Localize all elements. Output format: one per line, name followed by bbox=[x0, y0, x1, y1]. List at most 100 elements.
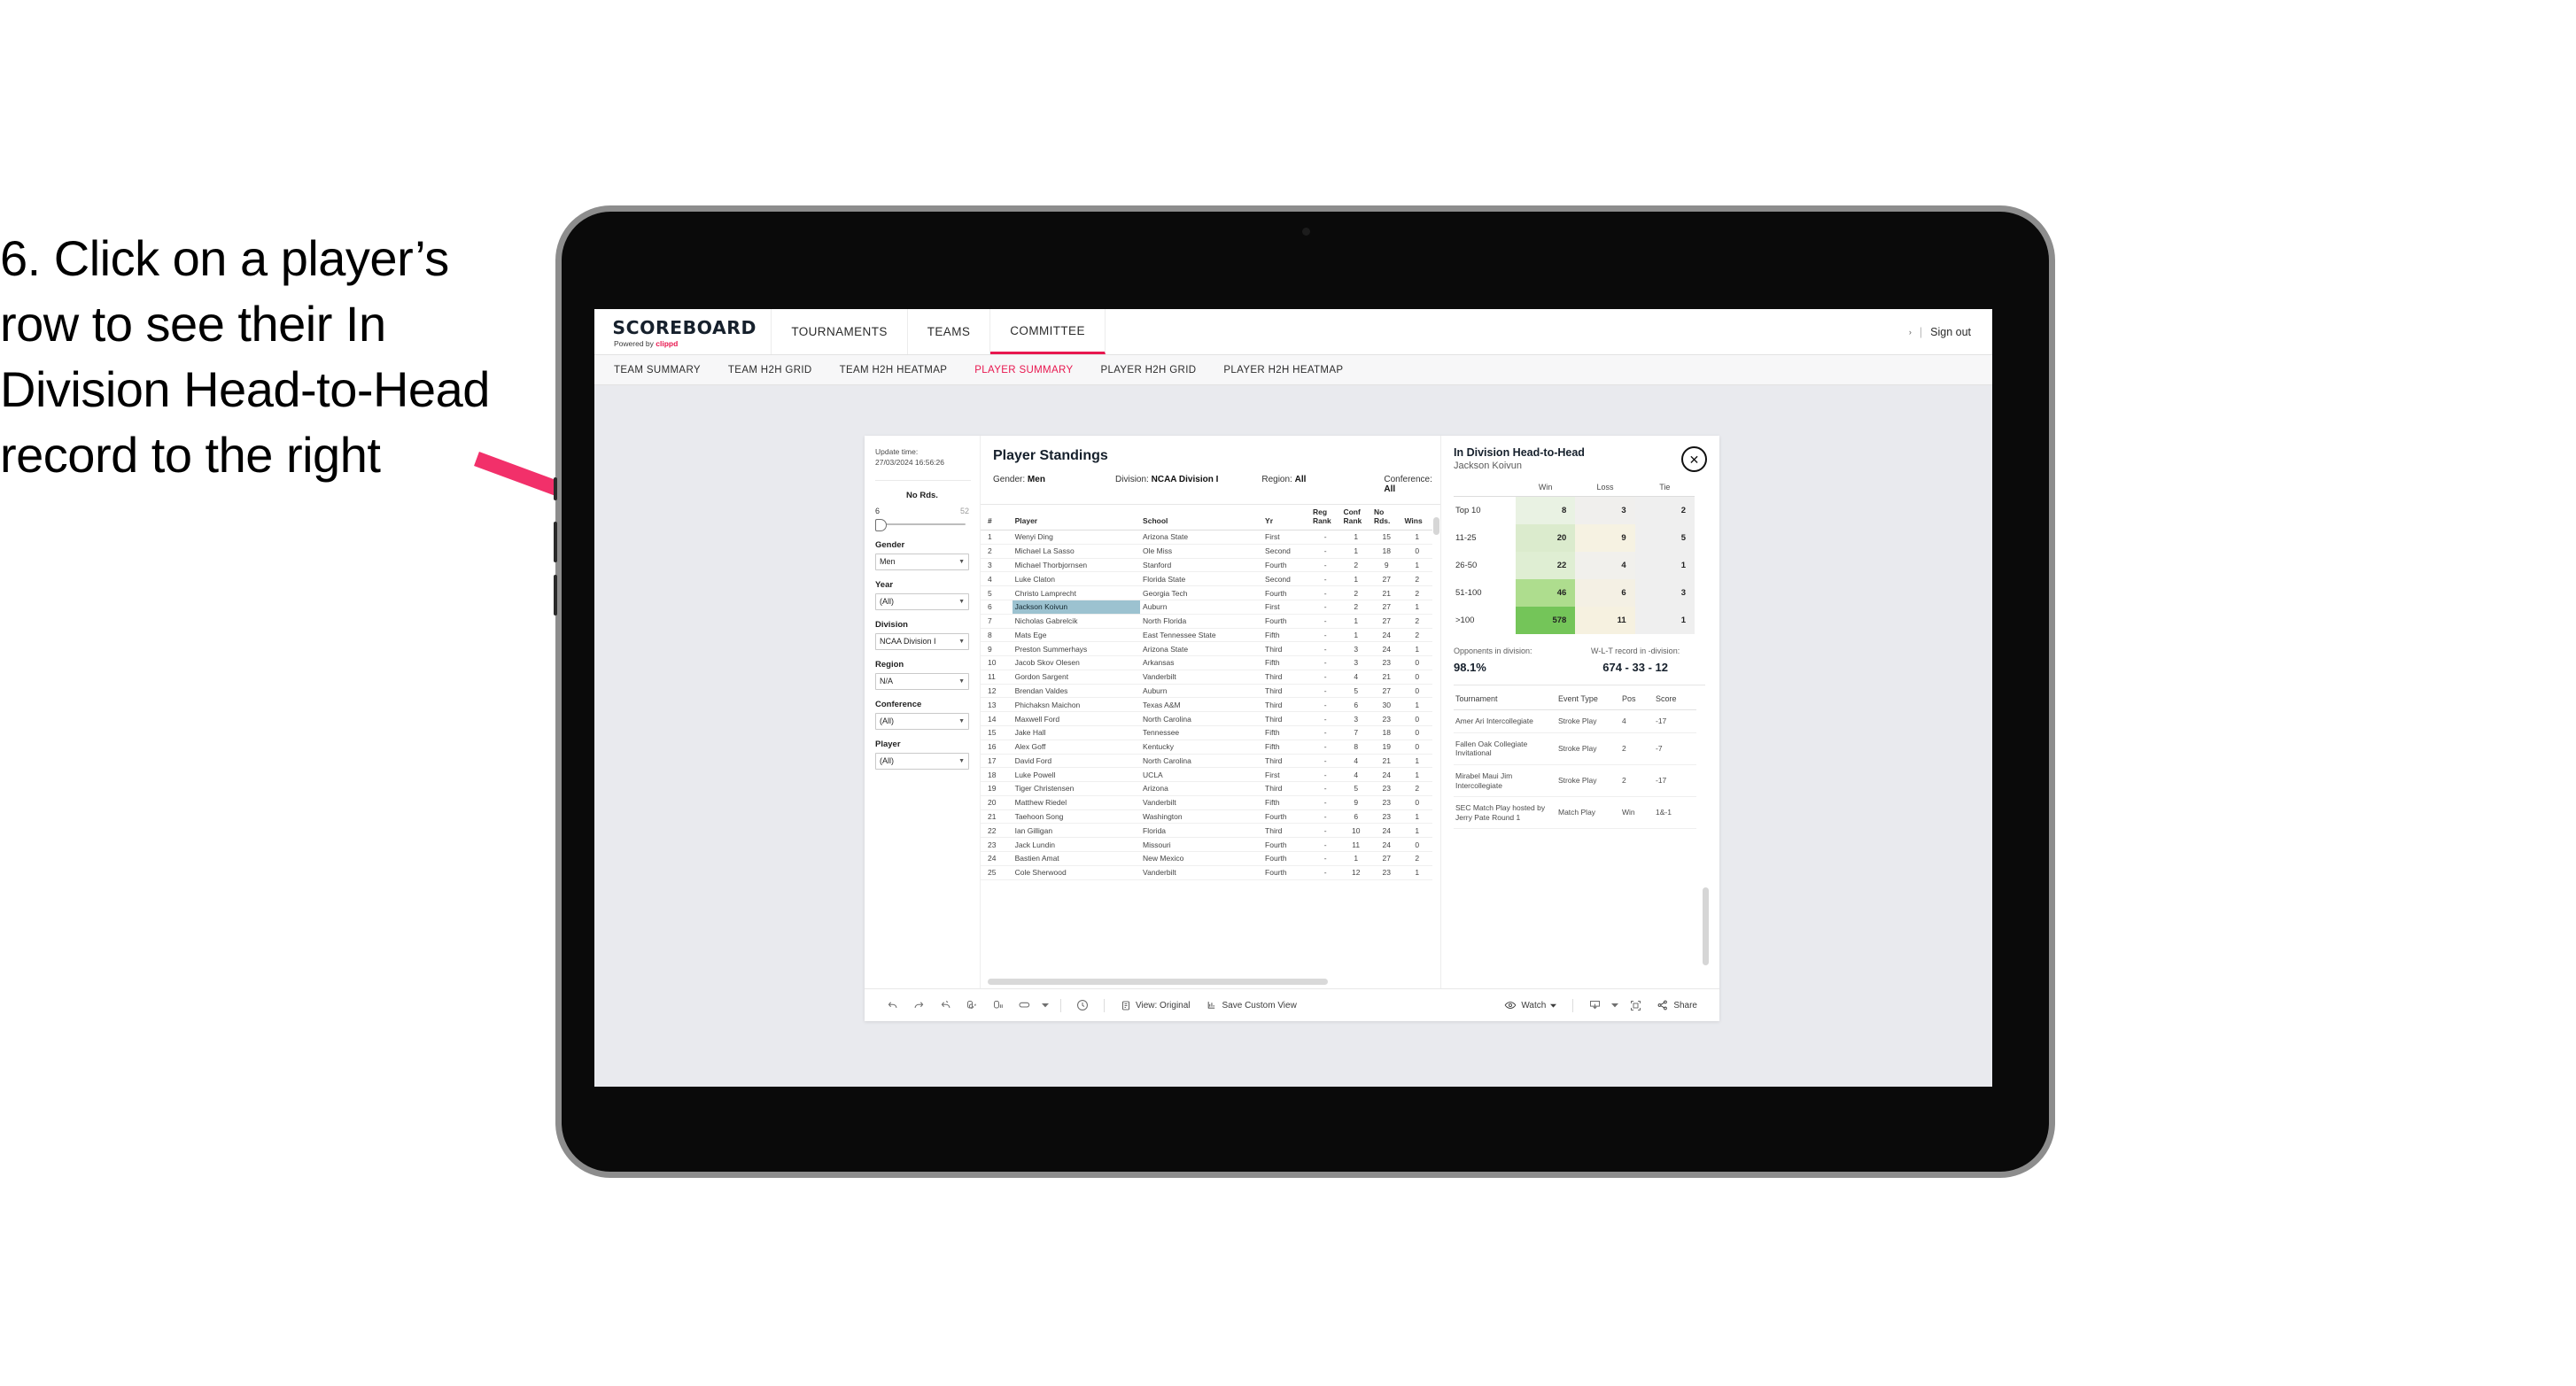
filter-no-rounds: No Rds. bbox=[865, 481, 980, 500]
subtab-player-summary[interactable]: PLAYER SUMMARY bbox=[974, 365, 1073, 376]
table-row[interactable]: 17 David Ford North Carolina Third -4 21 1 bbox=[981, 754, 1432, 769]
cell-school: Arkansas bbox=[1140, 655, 1263, 670]
fullscreen-icon[interactable] bbox=[1622, 994, 1649, 1017]
table-row[interactable]: 8 Mats Ege East Tennessee State Fifth -1 24 2 bbox=[981, 628, 1432, 643]
cell-wins: 1 bbox=[1401, 767, 1432, 783]
undo-icon[interactable] bbox=[879, 994, 905, 1017]
table-row[interactable]: 22 Ian Gilligan Florida Third -10 24 1 bbox=[981, 823, 1432, 839]
col-conf-rank[interactable]: Conf Rank bbox=[1340, 505, 1371, 531]
subtab-player-h2h-heatmap[interactable]: PLAYER H2H HEATMAP bbox=[1223, 365, 1343, 376]
table-row[interactable]: 10 Jacob Skov Olesen Arkansas Fifth -3 23 0 bbox=[981, 655, 1432, 670]
nav-tab-teams[interactable]: TEAMS bbox=[908, 309, 991, 354]
user-menu-caret-icon[interactable]: › bbox=[1909, 328, 1912, 337]
cell-year: First bbox=[1262, 530, 1310, 545]
tablet-camera bbox=[1302, 228, 1310, 236]
table-row[interactable]: 5 Christo Lamprecht Georgia Tech Fourth -2 21… bbox=[981, 585, 1432, 600]
conference-select[interactable]: (All) ▼ bbox=[875, 712, 969, 730]
slider-track[interactable] bbox=[875, 518, 969, 531]
subtab-team-summary[interactable]: TEAM SUMMARY bbox=[614, 365, 701, 376]
redo-icon[interactable] bbox=[905, 994, 932, 1017]
region-select[interactable]: N/A ▼ bbox=[875, 672, 969, 690]
watch-button[interactable]: Watch bbox=[1496, 999, 1564, 1011]
table-row[interactable]: 7 Nicholas Gabrelcik North Florida Fourth -1… bbox=[981, 614, 1432, 629]
table-row[interactable]: 2 Michael La Sasso Ole Miss Second -1 18 0 bbox=[981, 544, 1432, 559]
table-row[interactable]: 25 Cole Sherwood Vanderbilt Fourth -12 23 1 bbox=[981, 865, 1432, 880]
col-school[interactable]: School bbox=[1140, 505, 1263, 531]
tournament-scrollbar[interactable] bbox=[1703, 887, 1709, 965]
download-caret-icon[interactable] bbox=[1608, 994, 1622, 1017]
table-row[interactable]: 3 Michael Thorbjornsen Stanford Fourth -2 9 1 bbox=[981, 558, 1432, 573]
no-rounds-slider[interactable]: 6 52 bbox=[865, 507, 980, 531]
device-layout-icon[interactable] bbox=[1012, 994, 1038, 1017]
col-rank[interactable]: # bbox=[981, 505, 1013, 531]
cell-rank: 16 bbox=[981, 739, 1013, 755]
revert-icon[interactable] bbox=[932, 994, 958, 1017]
view-original-button[interactable]: View: Original bbox=[1113, 1000, 1199, 1011]
col-year[interactable]: Yr bbox=[1262, 505, 1310, 531]
gender-select[interactable]: Men ▼ bbox=[875, 553, 969, 570]
subtab-team-h2h-heatmap[interactable]: TEAM H2H HEATMAP bbox=[840, 365, 948, 376]
close-icon[interactable]: ✕ bbox=[1681, 446, 1707, 472]
cell-rank: 2 bbox=[981, 544, 1013, 559]
cell-year: Third bbox=[1262, 697, 1310, 713]
cell-wins: 0 bbox=[1401, 795, 1432, 810]
nav-tab-committee[interactable]: COMMITTEE bbox=[990, 309, 1106, 354]
app-logo[interactable]: SCOREBOARD Powered by clippd bbox=[594, 309, 772, 354]
table-row[interactable]: 15 Jake Hall Tennessee Fifth -7 18 0 bbox=[981, 725, 1432, 740]
cell-wins: 0 bbox=[1401, 670, 1432, 685]
col-wins[interactable]: Wins bbox=[1401, 505, 1432, 531]
col-event-type[interactable]: Event Type bbox=[1556, 687, 1620, 710]
save-custom-view-button[interactable]: Save Custom View bbox=[1199, 1000, 1305, 1011]
history-icon[interactable] bbox=[1069, 994, 1096, 1017]
refresh-data-icon[interactable] bbox=[958, 994, 985, 1017]
year-select[interactable]: (All) ▼ bbox=[875, 592, 969, 610]
sign-out-link[interactable]: Sign out bbox=[1930, 326, 1971, 338]
table-row[interactable]: 1 Wenyi Ding Arizona State First -1 15 1 bbox=[981, 530, 1432, 545]
download-icon[interactable] bbox=[1581, 994, 1608, 1017]
table-row[interactable]: 23 Jack Lundin Missouri Fourth -11 24 0 bbox=[981, 837, 1432, 852]
subtab-team-h2h-grid[interactable]: TEAM H2H GRID bbox=[728, 365, 812, 376]
table-row[interactable]: 19 Tiger Christensen Arizona Third -5 23 2 bbox=[981, 781, 1432, 796]
cell-school: Georgia Tech bbox=[1140, 585, 1263, 600]
division-select[interactable]: NCAA Division I ▼ bbox=[875, 632, 969, 650]
table-row[interactable]: 11 Gordon Sargent Vanderbilt Third -4 21 0 bbox=[981, 670, 1432, 685]
vertical-scroll-thumb[interactable] bbox=[1433, 517, 1439, 535]
player-select[interactable]: (All) ▼ bbox=[875, 752, 969, 770]
col-tournament[interactable]: Tournament bbox=[1454, 687, 1556, 710]
table-row[interactable]: 14 Maxwell Ford North Carolina Third -3 23 0 bbox=[981, 711, 1432, 726]
table-row[interactable]: 6 Jackson Koivun Auburn First -2 27 1 bbox=[981, 600, 1432, 615]
table-row[interactable]: 16 Alex Goff Kentucky Fifth -8 19 0 bbox=[981, 739, 1432, 755]
cell-conf-rank: 1 bbox=[1340, 628, 1371, 643]
dropdown-caret-icon[interactable] bbox=[1038, 994, 1052, 1017]
slider-handle[interactable] bbox=[875, 518, 887, 531]
cell-conf-rank: 9 bbox=[1340, 795, 1371, 810]
col-pos[interactable]: Pos bbox=[1620, 687, 1654, 710]
table-row[interactable]: 13 Phichaksn Maichon Texas A&M Third -6 30 1 bbox=[981, 697, 1432, 713]
col-player[interactable]: Player bbox=[1012, 505, 1141, 531]
table-row[interactable]: 18 Luke Powell UCLA First -4 24 1 bbox=[981, 767, 1432, 783]
tournament-row[interactable]: Mirabel Maui Jim Intercollegiate Stroke P… bbox=[1454, 764, 1696, 798]
cell-player: Mats Ege bbox=[1012, 628, 1141, 643]
col-no-rds[interactable]: No Rds. bbox=[1370, 505, 1402, 531]
cell-wins: 1 bbox=[1401, 600, 1432, 615]
tournament-row[interactable]: Amer Ari Intercollegiate Stroke Play 4 -17 bbox=[1454, 709, 1696, 733]
nav-tab-tournaments[interactable]: TOURNAMENTS bbox=[772, 309, 908, 354]
table-row[interactable]: 24 Bastien Amat New Mexico Fourth -1 27 2 bbox=[981, 851, 1432, 866]
table-row[interactable]: 20 Matthew Riedel Vanderbilt Fifth -9 23 0 bbox=[981, 795, 1432, 810]
subtab-player-h2h-grid[interactable]: PLAYER H2H GRID bbox=[1100, 365, 1196, 376]
col-reg-rank[interactable]: Reg Rank bbox=[1309, 505, 1341, 531]
tournament-row[interactable]: SEC Match Play hosted by Jerry Pate Roun… bbox=[1454, 796, 1696, 830]
table-row[interactable]: 9 Preston Summerhays Arizona State Third -3 2… bbox=[981, 641, 1432, 657]
cell-tournament-name: Fallen Oak Collegiate Invitational bbox=[1454, 732, 1556, 765]
horizontal-scrollbar[interactable] bbox=[988, 979, 1328, 985]
col-score[interactable]: Score bbox=[1654, 687, 1696, 710]
table-row[interactable]: 21 Taehoon Song Washington Fourth -6 23 1 bbox=[981, 809, 1432, 825]
vertical-scrollbar[interactable] bbox=[1432, 504, 1440, 988]
cell-year: Second bbox=[1262, 544, 1310, 559]
table-row[interactable]: 4 Luke Claton Florida State Second -1 27 2 bbox=[981, 571, 1432, 587]
h2h-matrix-row: >100 578 11 1 bbox=[1454, 607, 1695, 634]
share-button[interactable]: Share bbox=[1649, 999, 1705, 1011]
tournament-row[interactable]: Fallen Oak Collegiate Invitational Stroke… bbox=[1454, 732, 1696, 765]
table-row[interactable]: 12 Brendan Valdes Auburn Third -5 27 0 bbox=[981, 684, 1432, 699]
pause-updates-icon[interactable] bbox=[985, 994, 1012, 1017]
